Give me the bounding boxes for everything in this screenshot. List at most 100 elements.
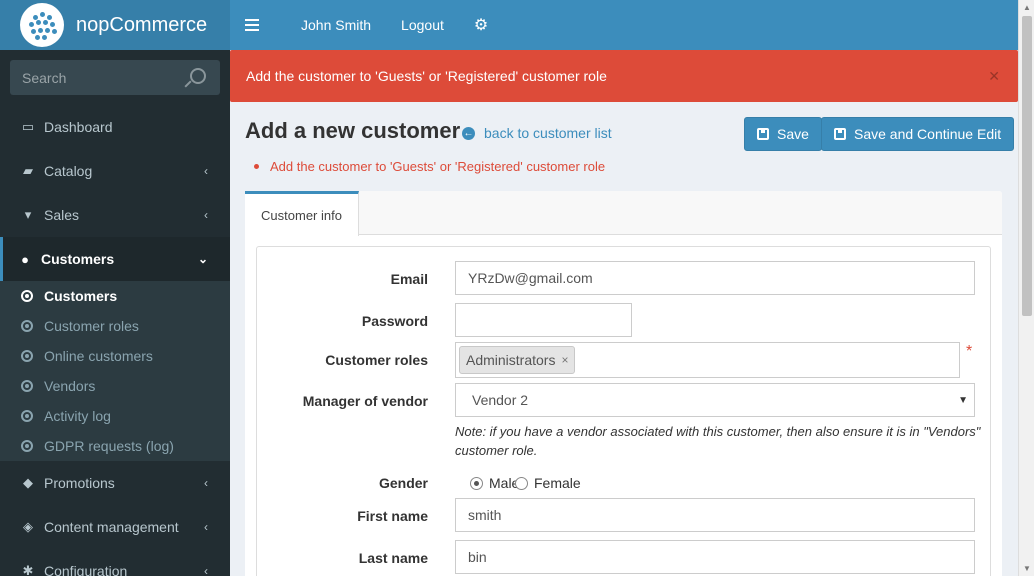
back-link-label: back to customer list [484,125,612,141]
save-continue-button[interactable]: Save and Continue Edit [821,117,1015,151]
user-name-link[interactable]: John Smith [301,17,371,33]
sidebar-item-promotions[interactable]: ◆ Promotions ‹ [0,461,230,505]
customer-roles-label: Customer roles [325,352,428,368]
gender-female-label: Female [534,475,581,491]
first-name-label: First name [357,508,428,524]
cart-icon: ▾ [24,207,32,222]
page-title: Add a new customer [245,118,461,143]
vendor-select[interactable]: Vendor 2 ▼ [455,383,975,417]
vendor-selected-value: Vendor 2 [472,392,529,408]
circle-icon [21,380,33,392]
sidebar-item-catalog[interactable]: ▰ Catalog ‹ [0,149,230,193]
radio-checked-icon [470,476,483,490]
chevron-left-icon: ‹ [204,520,208,534]
circle-icon [21,410,33,422]
nopcommerce-logo-icon [20,3,64,47]
submenu-label: Activity log [44,408,111,424]
submenu-label: Vendors [44,378,96,394]
circle-icon [21,320,33,332]
logo[interactable]: nopCommerce [0,0,230,50]
sidebar-item-label: Content management [44,519,179,535]
customer-roles-multiselect[interactable]: Administrators × [455,342,960,378]
gears-icon: ✱ [22,563,34,576]
close-icon[interactable]: ✕ [988,68,1000,85]
sidebar-item-customers[interactable]: ● Customers ⌄ [0,237,230,281]
sidebar-menu: ▭ Dashboard ▰ Catalog ‹ ▾ Sales ‹ ● Cust… [0,105,230,576]
role-tag: Administrators × [459,346,576,374]
logout-link[interactable]: Logout [401,17,444,33]
submenu-item-gdpr-requests[interactable]: GDPR requests (log) [0,431,230,461]
error-alert: Add the customer to 'Guests' or 'Registe… [230,50,1018,102]
floppy-disk-icon [757,128,769,140]
validation-message: Add the customer to 'Guests' or 'Registe… [270,159,606,174]
floppy-disk-icon [834,128,846,140]
chevron-left-icon: ‹ [204,564,208,576]
sidebar-search [10,60,220,95]
circle-icon [21,290,33,302]
submenu-item-customers[interactable]: Customers [0,281,230,311]
chevron-left-icon: ‹ [204,208,208,222]
save-button[interactable]: Save [744,117,822,151]
vendor-label: Manager of vendor [302,393,428,409]
last-name-label: Last name [358,550,428,566]
password-label: Password [361,313,428,329]
customer-info-form: Email Password Customer roles Administra… [256,246,991,576]
scrollbar-thumb[interactable] [1022,16,1032,316]
radio-unchecked-icon [515,476,528,490]
sidebar: nopCommerce ▭ Dashboard ▰ Catalog ‹ ▾ Sa… [0,0,230,576]
last-name-field[interactable] [455,540,975,574]
arrow-circle-left-icon: ← [462,126,475,140]
sidebar-item-label: Customers [41,251,115,267]
chevron-down-icon: ⌄ [197,252,208,266]
cubes-icon: ◈ [23,519,33,534]
book-icon: ▰ [23,163,33,178]
sidebar-item-label: Catalog [44,163,93,179]
scroll-down-icon[interactable]: ▼ [1023,564,1031,573]
tags-icon: ◆ [23,475,33,490]
sidebar-item-dashboard[interactable]: ▭ Dashboard [0,105,230,149]
scroll-up-icon[interactable]: ▲ [1023,3,1031,12]
bullet [254,164,259,169]
password-field[interactable] [455,303,632,337]
brand-name: nopCommerce [76,13,208,36]
email-label: Email [390,271,428,287]
tab-customer-info[interactable]: Customer info [245,191,359,236]
first-name-field[interactable] [455,498,975,532]
required-asterisk: * [966,343,973,360]
sidebar-item-sales[interactable]: ▾ Sales ‹ [0,193,230,237]
sidebar-item-label: Promotions [44,475,115,491]
remove-tag-icon[interactable]: × [561,353,568,367]
submenu-item-customer-roles[interactable]: Customer roles [0,311,230,341]
desktop-icon: ▭ [21,119,35,134]
sidebar-item-content-management[interactable]: ◈ Content management ‹ [0,505,230,549]
gender-male-radio[interactable]: Male [470,475,519,491]
submenu-label: Customer roles [44,318,139,334]
top-navbar: John Smith Logout ⚙ [230,0,1018,50]
tab-strip: Customer info [245,191,1002,236]
sidebar-item-label: Dashboard [44,119,113,135]
circle-icon [21,350,33,362]
page-scrollbar[interactable]: ▲ ▼ [1018,0,1034,576]
search-input[interactable] [10,60,220,95]
sidebar-item-label: Sales [44,207,80,223]
chevron-left-icon: ‹ [204,164,208,178]
customers-submenu: Customers Customer roles Online customer… [0,281,230,461]
email-field[interactable] [455,261,975,295]
sidebar-item-configuration[interactable]: ✱ Configuration ‹ [0,549,230,576]
gender-female-radio[interactable]: Female [515,475,581,491]
validation-summary: Add the customer to 'Guests' or 'Registe… [254,159,605,174]
sidebar-toggle-icon[interactable] [245,19,259,31]
caret-down-icon: ▼ [958,394,968,406]
back-to-list-link[interactable]: ← back to customer list [462,125,612,141]
alert-message: Add the customer to 'Guests' or 'Registe… [246,68,607,84]
sidebar-item-label: Configuration [44,563,128,576]
search-icon[interactable] [190,68,206,84]
save-button-label: Save [777,126,809,142]
customer-panel: Customer info Email Password Customer ro… [245,191,1002,576]
submenu-item-activity-log[interactable]: Activity log [0,401,230,431]
user-icon: ● [21,251,29,267]
submenu-item-online-customers[interactable]: Online customers [0,341,230,371]
circle-icon [21,440,33,452]
submenu-item-vendors[interactable]: Vendors [0,371,230,401]
gears-icon[interactable]: ⚙ [474,15,488,35]
